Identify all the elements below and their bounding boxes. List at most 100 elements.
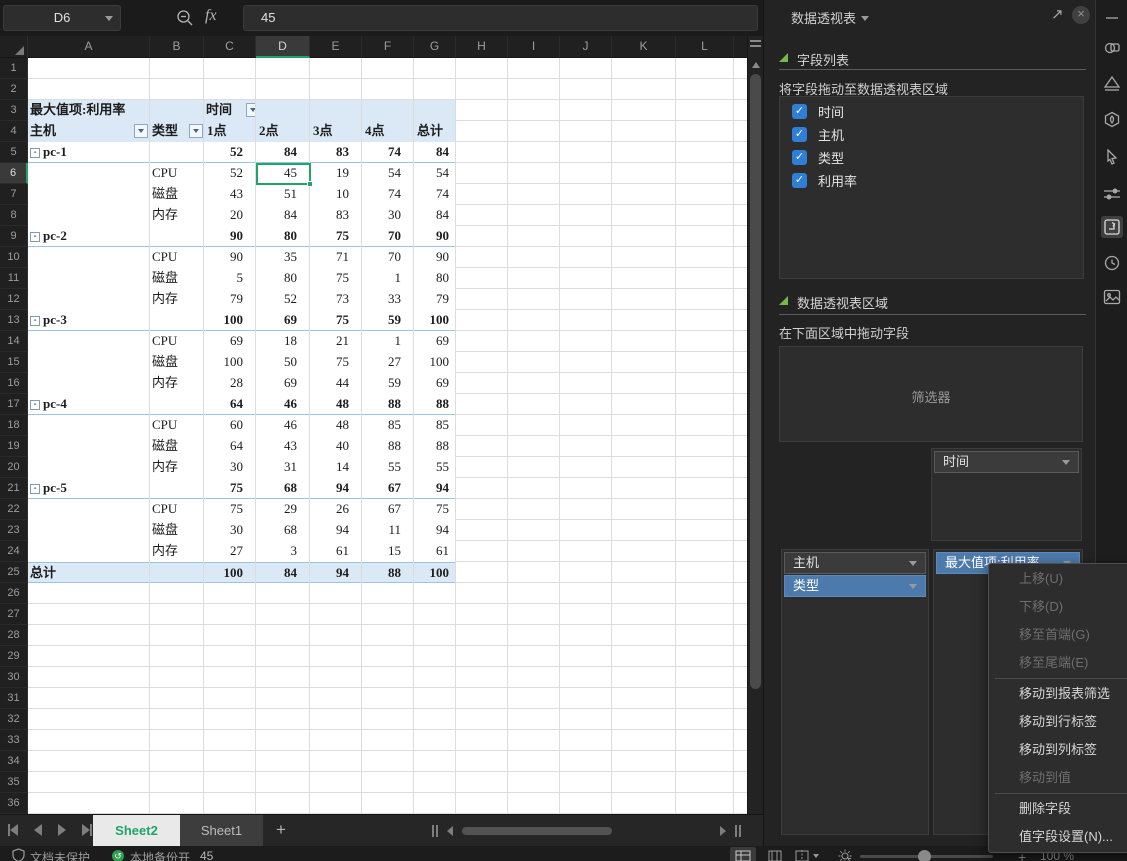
pivot-cell[interactable]: 46 bbox=[256, 415, 310, 436]
pivot-cell[interactable]: 74 bbox=[362, 142, 414, 163]
pivot-cell[interactable]: -pc-1 bbox=[28, 142, 150, 163]
pivot-cell[interactable]: CPU bbox=[150, 499, 204, 520]
row-header-15[interactable]: 15 bbox=[0, 352, 28, 373]
pivot-cell[interactable] bbox=[150, 310, 204, 331]
pivot-cell[interactable]: 69 bbox=[256, 373, 310, 394]
row-header-23[interactable]: 23 bbox=[0, 520, 28, 541]
page-break-view-button[interactable] bbox=[794, 847, 820, 861]
eye-protection-mode-button[interactable] bbox=[832, 847, 858, 861]
pivot-cell[interactable]: 75 bbox=[310, 352, 362, 373]
pivot-cell[interactable]: 83 bbox=[310, 142, 362, 163]
pivot-cell[interactable]: 61 bbox=[414, 541, 456, 562]
pivot-cell[interactable]: 83 bbox=[310, 205, 362, 226]
pivot-cell[interactable]: 90 bbox=[414, 226, 456, 247]
pivot-cell[interactable] bbox=[28, 457, 150, 478]
pivot-cell[interactable]: 1 bbox=[362, 331, 414, 352]
image-icon[interactable] bbox=[1101, 286, 1123, 308]
pivot-cell[interactable]: 88 bbox=[362, 394, 414, 415]
hscroll-split-handle[interactable] bbox=[735, 825, 741, 837]
row-header-22[interactable]: 22 bbox=[0, 499, 28, 520]
expand-panel-icon[interactable]: ↗ bbox=[1051, 5, 1064, 23]
pivot-cell[interactable]: 52 bbox=[204, 163, 256, 184]
row-header-6[interactable]: 6 bbox=[0, 163, 28, 184]
pivot-cell[interactable]: -pc-5 bbox=[28, 478, 150, 499]
pivot-cell[interactable] bbox=[28, 247, 150, 268]
pivot-cell[interactable] bbox=[150, 478, 204, 499]
pivot-cell[interactable]: 94 bbox=[310, 478, 362, 499]
pivot-cell[interactable]: 94 bbox=[310, 520, 362, 541]
pivot-cell[interactable]: 84 bbox=[256, 205, 310, 226]
pivot-cell[interactable] bbox=[28, 373, 150, 394]
pivot-cell[interactable]: 3点 bbox=[310, 121, 362, 142]
row-header-3[interactable]: 3 bbox=[0, 100, 28, 121]
pivot-cell[interactable]: CPU bbox=[150, 415, 204, 436]
document-protect-status[interactable]: 文档未保护 bbox=[30, 849, 90, 861]
pivot-cell[interactable]: 内存 bbox=[150, 373, 204, 394]
pivot-cell[interactable] bbox=[28, 184, 150, 205]
sheet-tab-sheet2[interactable]: Sheet2 bbox=[93, 815, 180, 847]
pivot-cell[interactable]: 29 bbox=[256, 499, 310, 520]
column-header-L[interactable]: L bbox=[676, 36, 734, 58]
pivot-cell[interactable]: 69 bbox=[256, 310, 310, 331]
pivot-cell[interactable]: 69 bbox=[414, 373, 456, 394]
pivot-cell[interactable]: -pc-2 bbox=[28, 226, 150, 247]
pivot-cell[interactable] bbox=[310, 100, 362, 121]
scroll-up-arrow-icon[interactable] bbox=[752, 62, 760, 68]
pivot-cell[interactable]: 75 bbox=[414, 499, 456, 520]
pivot-cell[interactable]: 84 bbox=[414, 142, 456, 163]
field-checkbox[interactable]: ✓ bbox=[792, 173, 807, 188]
pivot-cell[interactable]: 88 bbox=[414, 436, 456, 457]
row-header-36[interactable]: 36 bbox=[0, 793, 28, 814]
pivot-cell[interactable]: 85 bbox=[414, 415, 456, 436]
filter-area-box[interactable]: 筛选器 bbox=[779, 346, 1083, 442]
pivot-cell[interactable]: 64 bbox=[204, 436, 256, 457]
pivot-cell[interactable]: 73 bbox=[310, 289, 362, 310]
row-header-10[interactable]: 10 bbox=[0, 247, 28, 268]
collapse-group-button[interactable]: - bbox=[30, 484, 40, 494]
pivot-cell[interactable]: 2点 bbox=[256, 121, 310, 142]
row-header-35[interactable]: 35 bbox=[0, 772, 28, 793]
pivot-cell[interactable]: 54 bbox=[362, 163, 414, 184]
pivot-cell[interactable]: 88 bbox=[362, 436, 414, 457]
history-icon[interactable] bbox=[1101, 252, 1123, 274]
horizontal-scrollbar-thumb[interactable] bbox=[462, 827, 612, 835]
pivot-cell[interactable]: 100 bbox=[414, 563, 456, 584]
row-header-31[interactable]: 31 bbox=[0, 688, 28, 709]
row-header-1[interactable]: 1 bbox=[0, 58, 28, 79]
row-header-33[interactable]: 33 bbox=[0, 730, 28, 751]
pivot-cell[interactable]: 75 bbox=[310, 310, 362, 331]
pivot-cell[interactable]: 20 bbox=[204, 205, 256, 226]
wordart-icon[interactable] bbox=[1101, 73, 1123, 95]
insert-function-icon[interactable]: fx bbox=[205, 7, 217, 25]
row-header-20[interactable]: 20 bbox=[0, 457, 28, 478]
fill-handle[interactable] bbox=[307, 181, 313, 187]
collapse-group-button[interactable]: - bbox=[30, 316, 40, 326]
pivot-cell[interactable]: 19 bbox=[310, 163, 362, 184]
pivot-cell[interactable] bbox=[414, 100, 456, 121]
pivot-cell[interactable]: 磁盘 bbox=[150, 352, 204, 373]
row-header-28[interactable]: 28 bbox=[0, 625, 28, 646]
row-header-24[interactable]: 24 bbox=[0, 541, 28, 562]
pivot-cell[interactable] bbox=[28, 415, 150, 436]
menu-item-值字段设置(N)...[interactable]: 值字段设置(N)... bbox=[989, 823, 1127, 851]
cell-name-box[interactable]: D6 bbox=[3, 5, 121, 31]
collapse-toolbar-icon[interactable] bbox=[1101, 7, 1123, 29]
pivot-cell[interactable]: 80 bbox=[414, 268, 456, 289]
row-header-26[interactable]: 26 bbox=[0, 583, 28, 604]
pivot-cell[interactable]: 磁盘 bbox=[150, 520, 204, 541]
row-header-13[interactable]: 13 bbox=[0, 310, 28, 331]
field-item-利用率[interactable]: ✓利用率 bbox=[780, 169, 1083, 192]
pivot-cell[interactable]: 主机 bbox=[28, 121, 150, 142]
pivot-cell[interactable]: 70 bbox=[362, 247, 414, 268]
pivot-cell[interactable]: 总计 bbox=[414, 121, 456, 142]
menu-item-删除字段[interactable]: 删除字段 bbox=[989, 795, 1127, 823]
pivot-cell[interactable] bbox=[150, 394, 204, 415]
column-header-H[interactable]: H bbox=[456, 36, 508, 58]
pivot-cell[interactable]: 90 bbox=[204, 226, 256, 247]
field-item-时间[interactable]: ✓时间 bbox=[780, 100, 1083, 123]
pivot-cell[interactable]: 75 bbox=[310, 268, 362, 289]
pivot-cell[interactable] bbox=[28, 268, 150, 289]
shapes-icon[interactable] bbox=[1101, 38, 1123, 60]
pivot-cell[interactable]: 5 bbox=[204, 268, 256, 289]
row-header-18[interactable]: 18 bbox=[0, 415, 28, 436]
